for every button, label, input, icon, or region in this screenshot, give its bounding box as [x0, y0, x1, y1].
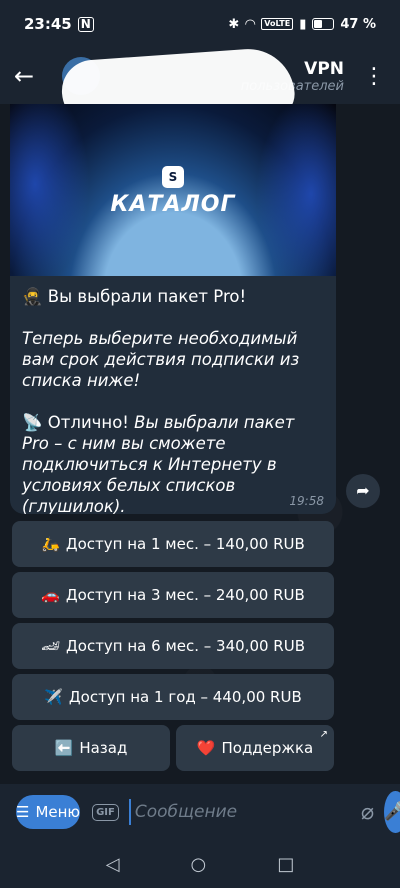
plan-3-month-button[interactable]: 🚗 Доступ на 3 мес. – 240,00 RUB — [12, 572, 334, 618]
plan-1-year-label: Доступ на 1 год – 440,00 RUB — [68, 688, 302, 706]
external-link-icon: ↗ — [319, 729, 328, 740]
wifi-icon: ◠ — [245, 16, 256, 32]
bluetooth-icon: ✱ — [228, 16, 240, 32]
more-options-icon[interactable]: ⋮ — [362, 64, 386, 89]
nav-home-icon[interactable]: ○ — [191, 854, 207, 875]
hamburger-icon: ☰ — [16, 803, 30, 821]
plan-1-month-button[interactable]: 🛵 Доступ на 1 мес. – 140,00 RUB — [12, 521, 334, 567]
back-arrow-emoji-icon: ⬅️ — [54, 739, 74, 757]
plan-6-month-button[interactable]: 🏎 Доступ на 6 мес. – 340,00 RUB — [12, 623, 334, 669]
back-button-label: Назад — [79, 739, 128, 757]
volte-icon: VoLTE — [261, 18, 294, 30]
message-line-1-text: Вы выбрали пакет Pro! — [47, 287, 247, 306]
message-line-3: 📡 Отлично! Вы выбрали пакет Pro – с ним … — [22, 412, 324, 514]
message-line-1: 🥷 Вы выбрали пакет Pro! — [22, 286, 324, 307]
heart-emoji-icon: ❤️ — [196, 739, 216, 757]
nfc-icon: N — [77, 16, 94, 32]
forward-icon[interactable]: ➦ — [346, 474, 380, 508]
nav-recents-icon[interactable]: □ — [277, 854, 294, 875]
ninja-emoji-icon: 🥷 — [22, 287, 43, 306]
message-line-3-bold: Отлично! — [47, 413, 129, 432]
plan-6-month-label: Доступ на 6 мес. – 340,00 RUB — [66, 637, 305, 655]
signal-icon: ▮ — [299, 16, 307, 32]
message-text: 🥷 Вы выбрали пакет Pro! Теперь выберите … — [10, 276, 336, 514]
catalog-banner-image[interactable]: S КАТАЛОГ — [10, 104, 336, 276]
back-arrow-icon[interactable]: ← — [14, 62, 50, 90]
menu-button-label: Меню — [35, 803, 81, 821]
gif-icon[interactable]: GIF — [92, 803, 119, 821]
airplane-emoji-icon: ✈️ — [44, 688, 63, 706]
message-time: 19:58 — [289, 494, 324, 508]
car-emoji-icon: 🚗 — [41, 586, 60, 604]
plan-1-year-button[interactable]: ✈️ Доступ на 1 год – 440,00 RUB — [12, 674, 334, 720]
racecar-emoji-icon: 🏎 — [41, 637, 61, 655]
message-line-2: Теперь выберите необходимый вам срок дей… — [22, 329, 300, 390]
scooter-emoji-icon: 🛵 — [41, 535, 60, 553]
catalog-logo-icon: S — [162, 166, 184, 188]
status-time: 23:45 — [24, 15, 72, 33]
support-button[interactable]: ❤️ Поддержка ↗ — [176, 725, 334, 771]
satellite-emoji-icon: 📡 — [22, 413, 43, 432]
back-button[interactable]: ⬅️ Назад — [12, 725, 170, 771]
status-icons: ✱ ◠ VoLTE ▮ 47 % — [228, 17, 376, 32]
system-nav-bar: ◁ ○ □ — [0, 840, 400, 888]
bot-menu-button[interactable]: ☰ Меню — [16, 795, 81, 829]
battery-icon — [312, 18, 335, 30]
battery-percent: 47 % — [340, 16, 376, 32]
plan-3-month-label: Доступ на 3 мес. – 240,00 RUB — [65, 586, 305, 604]
message-bubble[interactable]: S КАТАЛОГ 🥷 Вы выбрали пакет Pro! Теперь… — [10, 104, 336, 514]
attach-icon[interactable]: ⌀ — [361, 800, 374, 825]
nav-back-icon[interactable]: ◁ — [106, 854, 120, 875]
status-bar: 23:45 N ✱ ◠ VoLTE ▮ 47 % — [0, 0, 400, 48]
banner-title: КАТАЛОГ — [110, 192, 236, 217]
support-button-label: Поддержка — [221, 739, 314, 757]
message-input-bar: ☰ Меню GIF ⌀ 🎤 — [0, 784, 400, 840]
plan-1-month-label: Доступ на 1 мес. – 140,00 RUB — [65, 535, 305, 553]
message-input[interactable] — [128, 799, 351, 825]
microphone-icon[interactable]: 🎤 — [384, 791, 400, 833]
